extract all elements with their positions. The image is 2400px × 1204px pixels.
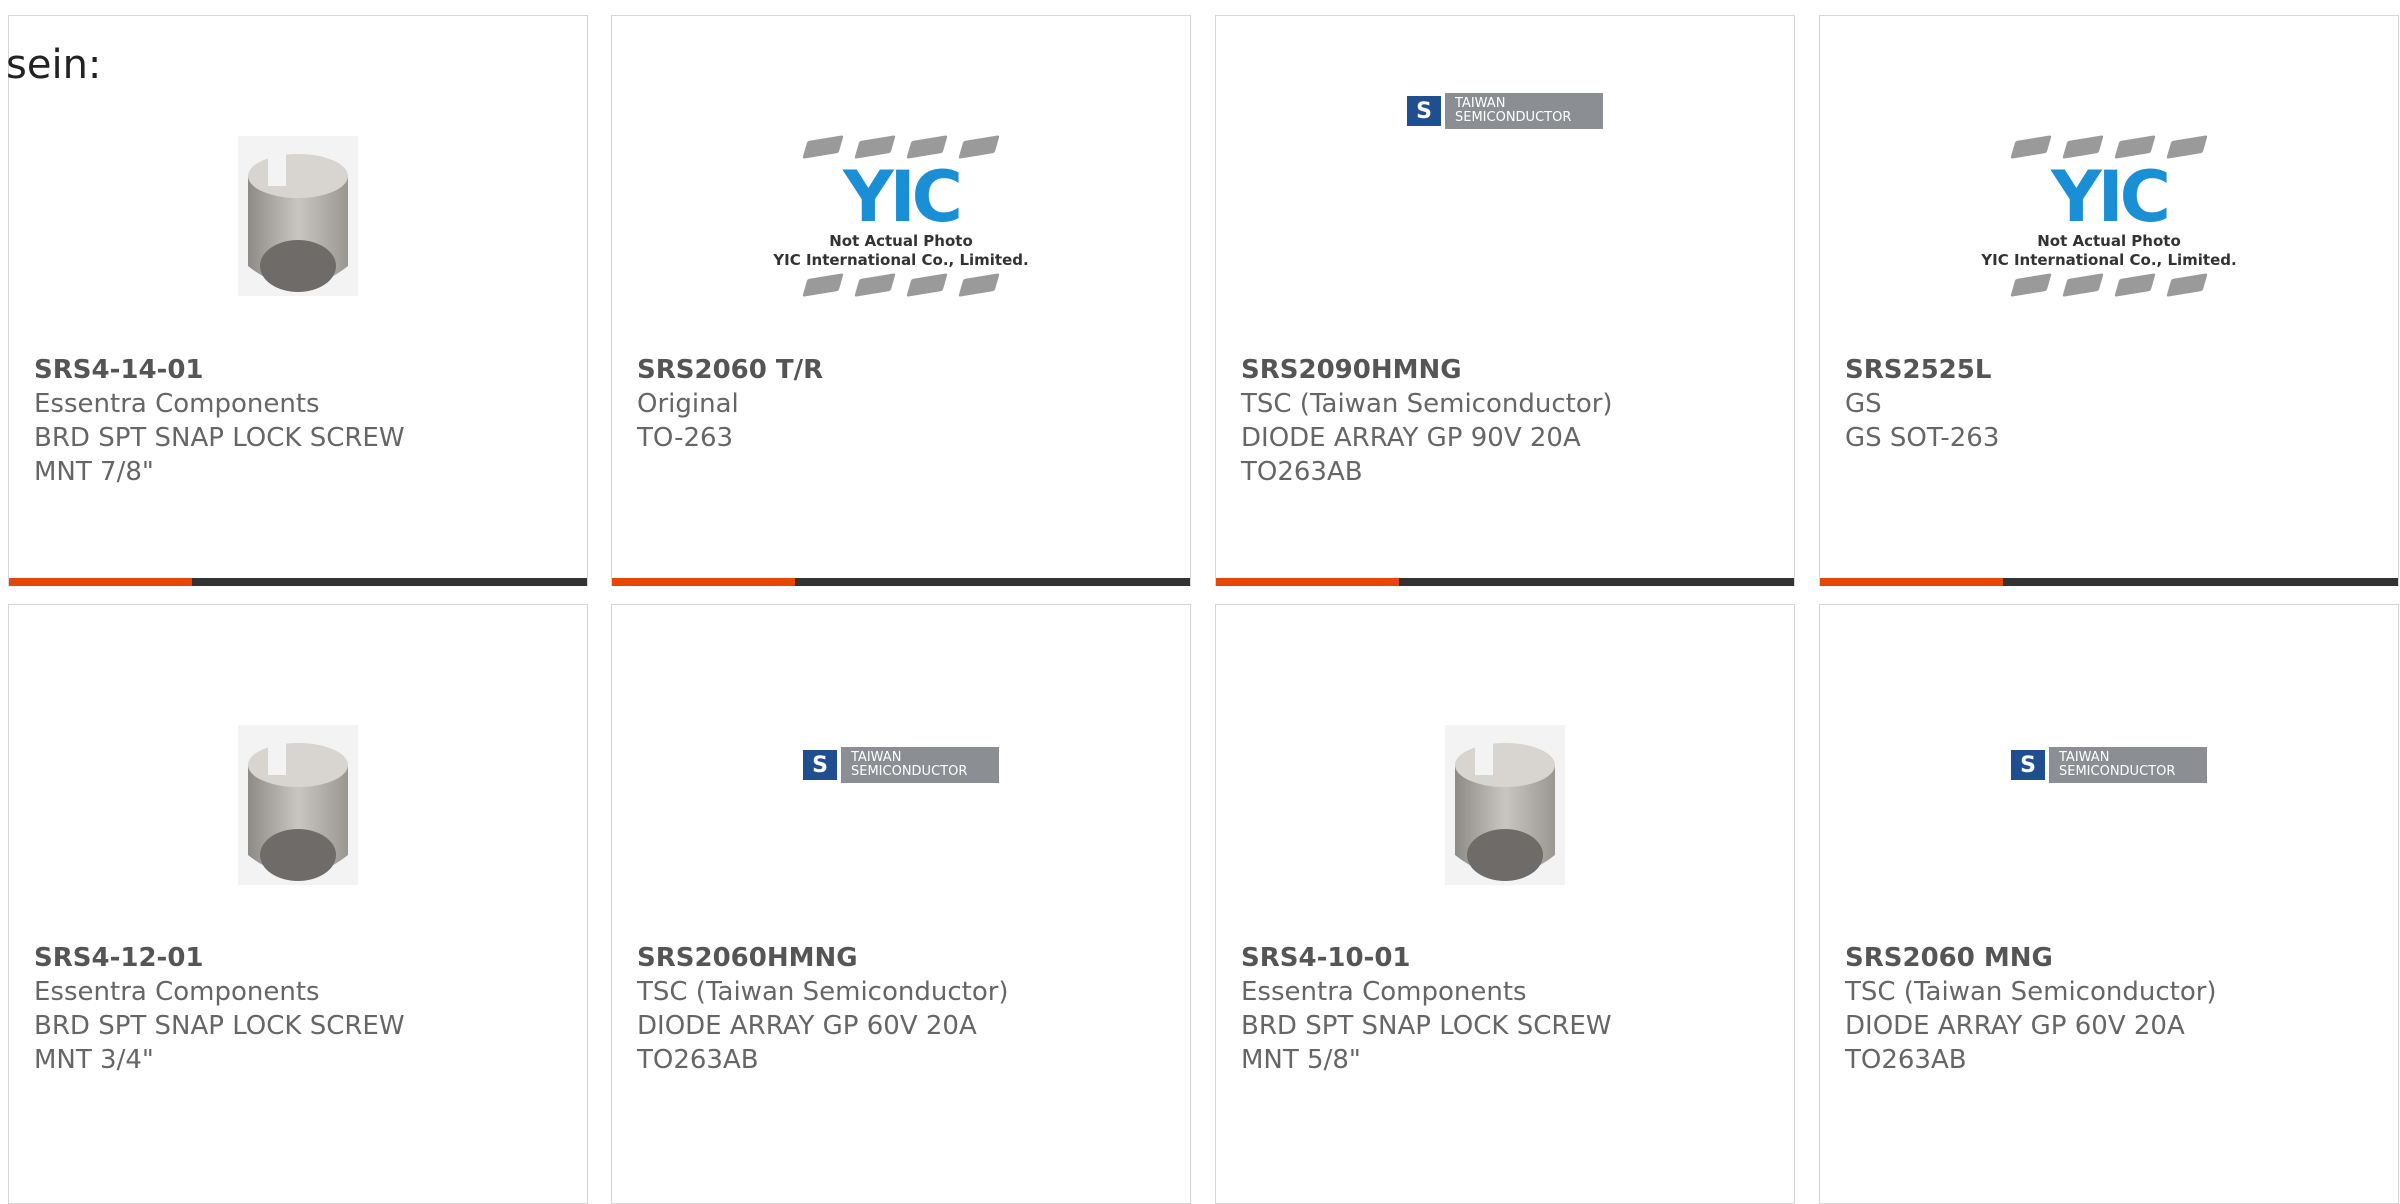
card-bar xyxy=(612,578,1190,586)
tsc-logo-mark: S xyxy=(803,750,837,780)
tsc-logo-mark: S xyxy=(1407,96,1441,126)
description: BRD SPT SNAP LOCK SCREW xyxy=(1241,1011,1612,1041)
card-bar-accent xyxy=(1820,578,2003,586)
yic-logo: YIC xyxy=(2050,156,2171,238)
description: TO263AB xyxy=(637,1045,759,1075)
product-card[interactable]: S TAIWAN SEMICONDUCTOR SRS2090HMNG TSC (T… xyxy=(1215,15,1795,586)
manufacturer: Essentra Components xyxy=(1241,977,1527,1007)
description: DIODE ARRAY GP 60V 20A xyxy=(637,1011,977,1041)
yic-caption: YIC International Co., Limited. xyxy=(1981,251,2237,269)
product-image[interactable]: YIC Not Actual Photo YIC International C… xyxy=(1820,76,2398,356)
chip-icons xyxy=(1981,273,2236,297)
screw-mount-icon xyxy=(238,136,358,296)
description: BRD SPT SNAP LOCK SCREW xyxy=(34,423,405,453)
description: TO263AB xyxy=(1845,1045,1967,1075)
description: GS SOT-263 xyxy=(1845,423,2000,453)
product-image[interactable]: S TAIWAN SEMICONDUCTOR xyxy=(612,645,1190,885)
part-number[interactable]: SRS2525L xyxy=(1845,353,1999,387)
manufacturer: Essentra Components xyxy=(34,389,320,419)
tsc-logo: S TAIWAN SEMICONDUCTOR xyxy=(2011,747,2207,783)
product-image[interactable]: YIC Not Actual Photo YIC International C… xyxy=(612,76,1190,356)
tsc-logo-text: TAIWAN SEMICONDUCTOR xyxy=(841,747,999,783)
product-info: SRS2090HMNG TSC (Taiwan Semiconductor) D… xyxy=(1241,353,1613,489)
yic-caption: YIC International Co., Limited. xyxy=(773,251,1029,269)
product-card[interactable]: YIC Not Actual Photo YIC International C… xyxy=(611,15,1191,586)
chip-icons xyxy=(1981,135,2236,159)
manufacturer: TSC (Taiwan Semiconductor) xyxy=(1241,389,1613,419)
card-bar xyxy=(1820,578,2398,586)
product-info: SRS2060 T/R Original TO-263 xyxy=(637,353,823,455)
product-info: SRS4-14-01 Essentra Components BRD SPT S… xyxy=(34,353,405,489)
product-info: SRS2525L GS GS SOT-263 xyxy=(1845,353,1999,455)
yic-caption: Not Actual Photo xyxy=(829,232,973,250)
product-card[interactable]: SRS4-10-01 Essentra Components BRD SPT S… xyxy=(1215,604,1795,1204)
part-number[interactable]: SRS2060 T/R xyxy=(637,353,823,387)
tsc-logo-mark: S xyxy=(2011,750,2045,780)
part-number[interactable]: SRS4-10-01 xyxy=(1241,941,1612,975)
chip-icons xyxy=(773,273,1028,297)
card-bar xyxy=(1216,578,1794,586)
part-number[interactable]: SRS4-14-01 xyxy=(34,353,405,387)
product-card[interactable]: S TAIWAN SEMICONDUCTOR SRS2060HMNG TSC (T… xyxy=(611,604,1191,1204)
part-number[interactable]: SRS2060HMNG xyxy=(637,941,1009,975)
product-image[interactable]: S TAIWAN SEMICONDUCTOR xyxy=(1216,56,1794,166)
description: DIODE ARRAY GP 60V 20A xyxy=(1845,1011,2185,1041)
manufacturer: Original xyxy=(637,389,739,419)
manufacturer: TSC (Taiwan Semiconductor) xyxy=(1845,977,2217,1007)
yic-logo: YIC xyxy=(842,156,963,238)
manufacturer: Essentra Components xyxy=(34,977,320,1007)
product-card[interactable]: SRS4-14-01 Essentra Components BRD SPT S… xyxy=(8,15,588,586)
product-image[interactable] xyxy=(9,76,587,356)
chip-icons xyxy=(773,135,1028,159)
intro-text: sein: xyxy=(6,42,102,88)
part-number[interactable]: SRS2060 MNG xyxy=(1845,941,2217,975)
description: MNT 3/4" xyxy=(34,1045,154,1075)
manufacturer: GS xyxy=(1845,389,1882,419)
card-bar xyxy=(9,578,587,586)
screw-mount-icon xyxy=(238,725,358,885)
description: TO263AB xyxy=(1241,457,1363,487)
product-card[interactable]: YIC Not Actual Photo YIC International C… xyxy=(1819,15,2399,586)
yic-caption: Not Actual Photo xyxy=(2037,232,2181,250)
card-bar-accent xyxy=(9,578,192,586)
tsc-logo-text: TAIWAN SEMICONDUCTOR xyxy=(2049,747,2207,783)
screw-mount-icon xyxy=(1445,725,1565,885)
description: MNT 5/8" xyxy=(1241,1045,1361,1075)
description: BRD SPT SNAP LOCK SCREW xyxy=(34,1011,405,1041)
product-image[interactable] xyxy=(1216,665,1794,945)
card-bar-accent xyxy=(1216,578,1399,586)
product-card[interactable]: S TAIWAN SEMICONDUCTOR SRS2060 MNG TSC (T… xyxy=(1819,604,2399,1204)
card-bar-accent xyxy=(612,578,795,586)
product-grid: SRS4-14-01 Essentra Components BRD SPT S… xyxy=(0,0,2400,1204)
manufacturer: TSC (Taiwan Semiconductor) xyxy=(637,977,1009,1007)
product-image[interactable] xyxy=(9,665,587,945)
product-info: SRS4-12-01 Essentra Components BRD SPT S… xyxy=(34,941,405,1077)
tsc-logo: S TAIWAN SEMICONDUCTOR xyxy=(1407,93,1603,129)
product-info: SRS4-10-01 Essentra Components BRD SPT S… xyxy=(1241,941,1612,1077)
product-info: SRS2060HMNG TSC (Taiwan Semiconductor) D… xyxy=(637,941,1009,1077)
product-image[interactable]: S TAIWAN SEMICONDUCTOR xyxy=(1820,645,2398,885)
product-info: SRS2060 MNG TSC (Taiwan Semiconductor) D… xyxy=(1845,941,2217,1077)
tsc-logo: S TAIWAN SEMICONDUCTOR xyxy=(803,747,999,783)
part-number[interactable]: SRS2090HMNG xyxy=(1241,353,1613,387)
product-card[interactable]: SRS4-12-01 Essentra Components BRD SPT S… xyxy=(8,604,588,1204)
description: TO-263 xyxy=(637,423,734,453)
tsc-logo-text: TAIWAN SEMICONDUCTOR xyxy=(1445,93,1603,129)
description: MNT 7/8" xyxy=(34,457,154,487)
part-number[interactable]: SRS4-12-01 xyxy=(34,941,405,975)
description: DIODE ARRAY GP 90V 20A xyxy=(1241,423,1581,453)
yic-placeholder-image: YIC Not Actual Photo YIC International C… xyxy=(773,132,1029,300)
yic-placeholder-image: YIC Not Actual Photo YIC International C… xyxy=(1981,132,2237,300)
